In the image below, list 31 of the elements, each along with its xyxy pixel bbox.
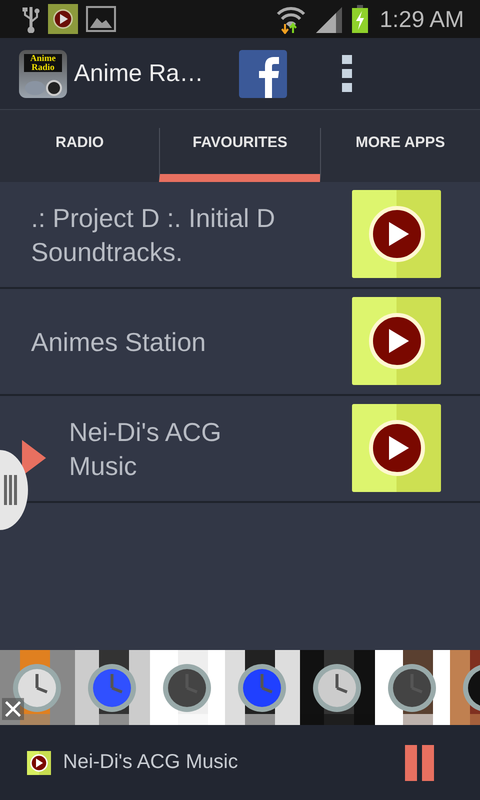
status-time: 1:29 AM — [380, 6, 464, 32]
play-icon — [48, 4, 78, 34]
menu-icon[interactable] — [341, 52, 353, 94]
tab[interactable]: MORE APPS — [320, 128, 480, 182]
tab[interactable]: RADIO — [0, 128, 160, 182]
wifi-icon — [276, 4, 306, 34]
play-button[interactable] — [352, 190, 441, 278]
tab[interactable]: FAVOURITES — [159, 128, 320, 182]
play-button[interactable] — [352, 404, 441, 492]
close-icon[interactable] — [2, 698, 24, 720]
station-name[interactable]: Nei-Di's ACG Music — [69, 414, 269, 482]
playing-indicator-icon — [22, 440, 46, 476]
speaker-icon — [24, 80, 62, 96]
pause-icon — [405, 744, 435, 780]
play-icon — [368, 313, 424, 369]
pause-button[interactable] — [405, 744, 435, 780]
play-button[interactable] — [352, 297, 441, 385]
battery-icon — [352, 5, 368, 33]
app-title: Anime Ra… — [74, 60, 204, 88]
play-icon — [27, 750, 51, 774]
station-name[interactable]: Animes Station — [31, 324, 321, 358]
image-icon — [86, 6, 116, 32]
facebook-icon[interactable] — [239, 50, 287, 98]
station-name[interactable]: .: Project D :. Initial D Soundtracks. — [31, 200, 321, 268]
signal-icon — [314, 5, 344, 33]
grip-icon — [4, 475, 18, 505]
logo-text: Anime Radio — [24, 54, 62, 72]
play-icon — [368, 206, 424, 262]
now-playing-title: Nei-Di's ACG Music — [63, 751, 239, 774]
play-icon — [368, 420, 424, 476]
usb-icon — [22, 5, 40, 33]
